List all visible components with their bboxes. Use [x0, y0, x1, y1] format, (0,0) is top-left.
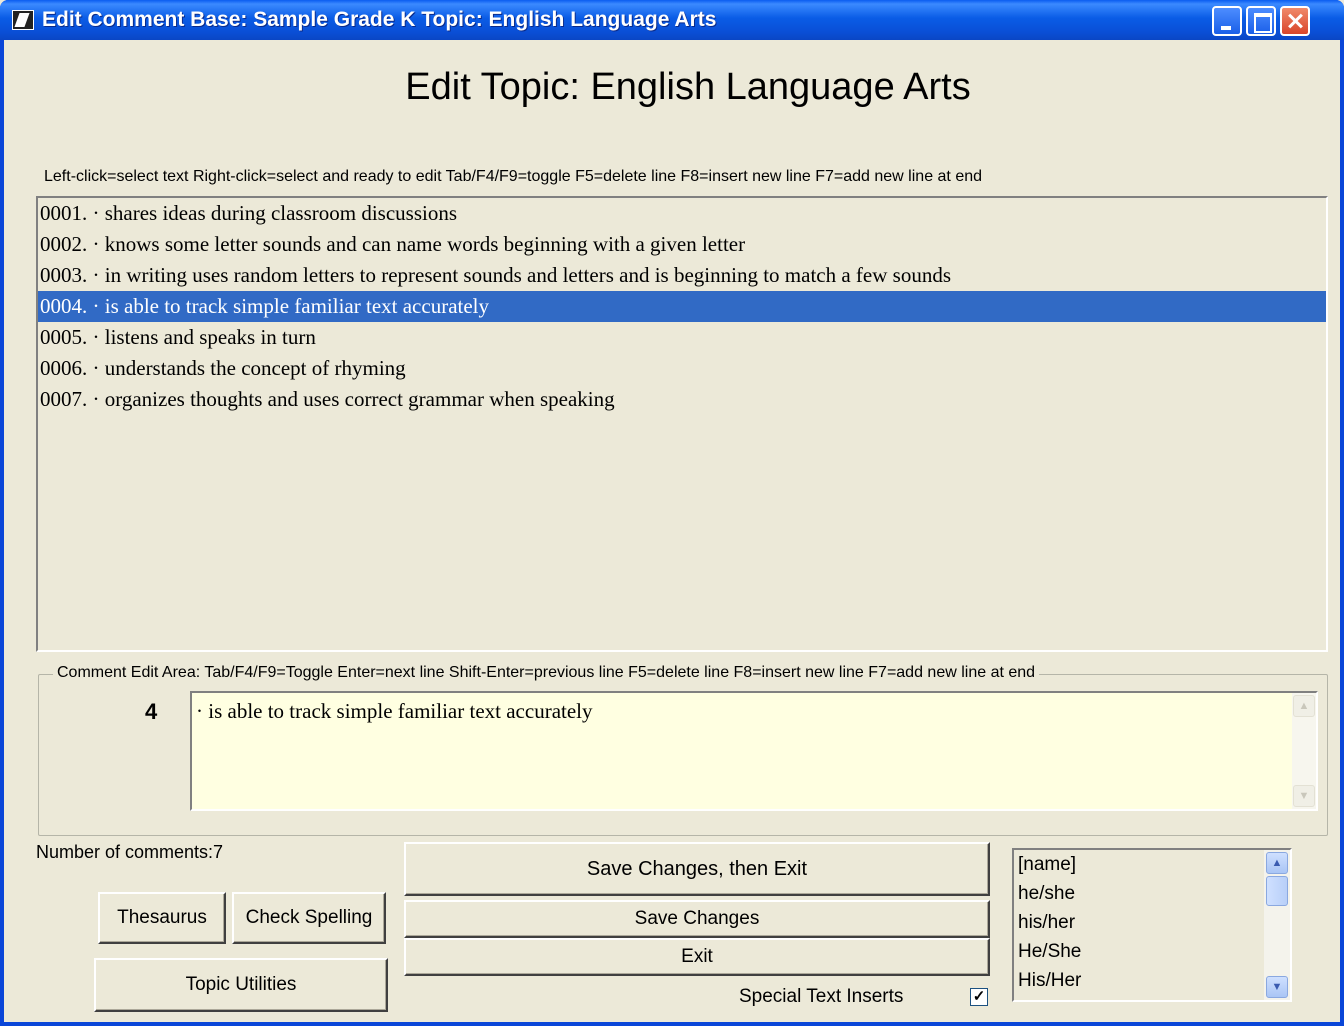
- title-bar[interactable]: Edit Comment Base: Sample Grade K Topic:…: [0, 0, 1344, 40]
- thesaurus-button[interactable]: Thesaurus: [98, 892, 226, 944]
- special-inserts-list[interactable]: [name] he/she his/her He/She His/Her ▲ ▼: [1012, 848, 1292, 1002]
- window-client: Edit Topic: English Language Arts Left-c…: [4, 40, 1340, 1022]
- edit-area-legend: Comment Edit Area: Tab/F4/F9=Toggle Ente…: [53, 664, 1040, 682]
- app-window: Edit Comment Base: Sample Grade K Topic:…: [0, 0, 1344, 1026]
- comment-row[interactable]: 0002. · knows some letter sounds and can…: [38, 229, 1326, 260]
- exit-button[interactable]: Exit: [404, 938, 990, 976]
- comment-row[interactable]: 0003. · in writing uses random letters t…: [38, 260, 1326, 291]
- save-and-exit-button[interactable]: Save Changes, then Exit: [404, 842, 990, 896]
- check-spelling-button[interactable]: Check Spelling: [232, 892, 386, 944]
- scroll-thumb[interactable]: [1266, 876, 1288, 906]
- insert-item[interactable]: His/Her: [1014, 966, 1290, 995]
- comment-row[interactable]: 0004. · is able to track simple familiar…: [38, 291, 1326, 322]
- comment-row[interactable]: 0007. · organizes thoughts and uses corr…: [38, 384, 1326, 415]
- keyboard-hints: Left-click=select text Right-click=selec…: [44, 168, 983, 185]
- edit-line-number: 4: [145, 699, 158, 724]
- insert-item[interactable]: [name]: [1014, 850, 1290, 879]
- minimize-button[interactable]: [1212, 6, 1242, 36]
- save-button[interactable]: Save Changes: [404, 900, 990, 938]
- page-title: Edit Topic: English Language Arts: [405, 66, 971, 108]
- close-button[interactable]: [1280, 6, 1310, 36]
- comment-edit-area: Comment Edit Area: Tab/F4/F9=Toggle Ente…: [38, 664, 1328, 836]
- window-title: Edit Comment Base: Sample Grade K Topic:…: [42, 8, 717, 31]
- insert-item[interactable]: his/her: [1014, 908, 1290, 937]
- scroll-down-icon[interactable]: ▼: [1266, 976, 1288, 998]
- comment-edit-text[interactable]: · is able to track simple familiar text …: [196, 699, 593, 724]
- comment-count: Number of comments:7: [36, 842, 224, 862]
- insert-item[interactable]: he/she: [1014, 879, 1290, 908]
- comment-list[interactable]: 0001. · shares ideas during classroom di…: [36, 196, 1328, 652]
- scroll-down-icon[interactable]: ▼: [1293, 785, 1315, 807]
- app-icon[interactable]: [12, 10, 34, 30]
- special-inserts-label: Special Text Inserts: [739, 986, 904, 1007]
- comment-edit-field[interactable]: · is able to track simple familiar text …: [190, 691, 1318, 811]
- comment-row[interactable]: 0001. · shares ideas during classroom di…: [38, 198, 1326, 229]
- comment-row[interactable]: 0006. · understands the concept of rhymi…: [38, 353, 1326, 384]
- special-inserts-checkbox[interactable]: ✓: [970, 988, 988, 1006]
- insert-item[interactable]: He/She: [1014, 937, 1290, 966]
- scroll-up-icon[interactable]: ▲: [1266, 852, 1288, 874]
- edit-scrollbar[interactable]: ▲ ▼: [1292, 693, 1316, 809]
- scroll-up-icon[interactable]: ▲: [1293, 695, 1315, 717]
- inserts-scrollbar[interactable]: ▲ ▼: [1264, 850, 1290, 1000]
- maximize-button[interactable]: [1246, 6, 1276, 36]
- comment-row[interactable]: 0005. · listens and speaks in turn: [38, 322, 1326, 353]
- topic-utilities-button[interactable]: Topic Utilities: [94, 958, 388, 1012]
